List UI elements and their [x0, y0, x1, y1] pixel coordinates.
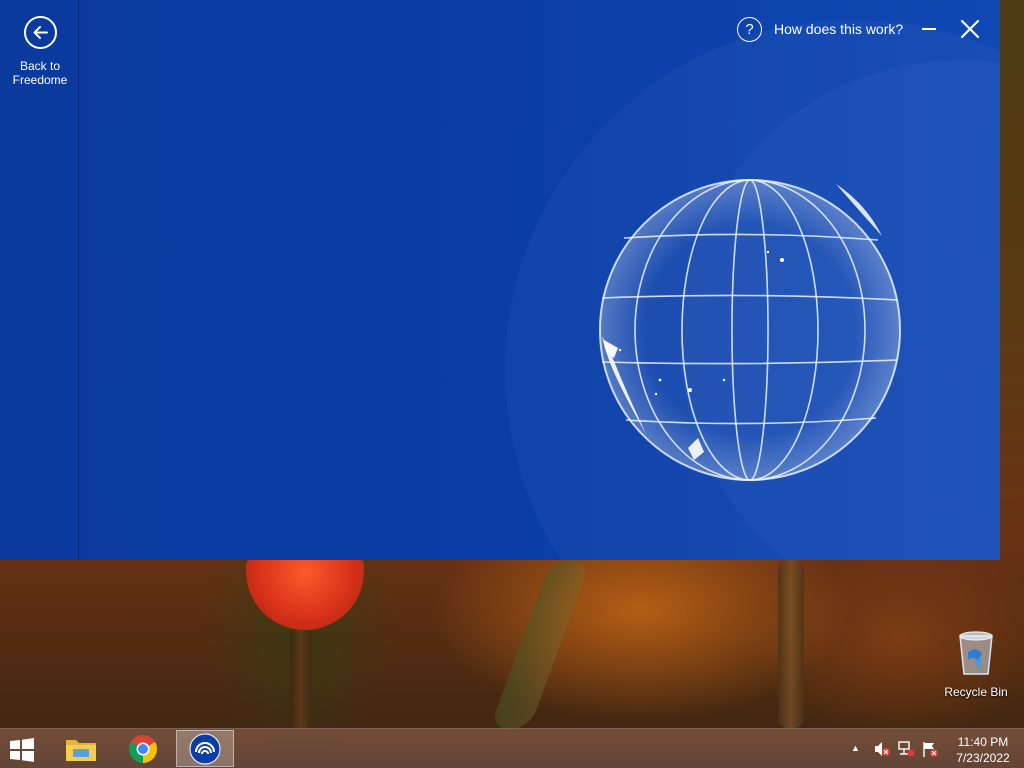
start-button[interactable]	[8, 737, 38, 763]
back-label-line1: Back to	[19, 59, 61, 73]
back-to-freedome-button[interactable]: Back to Freedome	[10, 16, 70, 87]
help-label: How does this work?	[774, 21, 904, 37]
chrome-icon	[129, 734, 157, 763]
clock-date: 7/23/2022	[956, 751, 1010, 765]
back-arrow-icon	[23, 16, 57, 49]
close-icon	[960, 19, 980, 39]
wallpaper-tulip	[246, 558, 364, 630]
windows-logo-icon	[10, 738, 34, 762]
taskbar-clock[interactable]: 11:40 PM 7/23/2022	[948, 734, 1018, 766]
back-label: Back to Freedome	[10, 59, 70, 87]
show-hidden-icons-chevron-icon[interactable]: ▲	[851, 743, 863, 755]
freedome-icon	[189, 733, 221, 764]
minimize-button[interactable]	[920, 18, 938, 38]
back-label-line2: Freedome	[12, 73, 68, 87]
wallpaper-leaf	[489, 560, 591, 730]
volume-muted-icon[interactable]	[873, 740, 891, 758]
recycle-bin-label: Recycle Bin	[944, 685, 1008, 699]
freedome-window: Back to Freedome ? How does this work?	[0, 0, 1000, 560]
folder-icon	[66, 739, 96, 761]
how-does-this-work-link[interactable]: ? How does this work?	[737, 15, 903, 43]
help-icon: ?	[737, 16, 762, 42]
close-button[interactable]	[959, 18, 981, 40]
clock-time: 11:40 PM	[957, 735, 1009, 749]
wallpaper-stem	[778, 560, 804, 728]
recycle-bin-icon[interactable]: Recycle Bin	[940, 630, 1012, 699]
action-center-flag-icon[interactable]	[921, 740, 939, 758]
minimize-icon	[922, 28, 936, 30]
wallpaper-tulip-stem	[290, 628, 312, 728]
freedome-taskbar-button[interactable]	[176, 730, 234, 767]
recycle-bin-graphic	[959, 631, 993, 675]
file-explorer-button[interactable]	[52, 730, 110, 767]
globe-illustration	[599, 179, 901, 481]
taskbar: ▲ 11:40 PM 7/23/2022	[0, 728, 1024, 768]
network-icon[interactable]	[897, 740, 915, 758]
chrome-button[interactable]	[114, 730, 172, 767]
